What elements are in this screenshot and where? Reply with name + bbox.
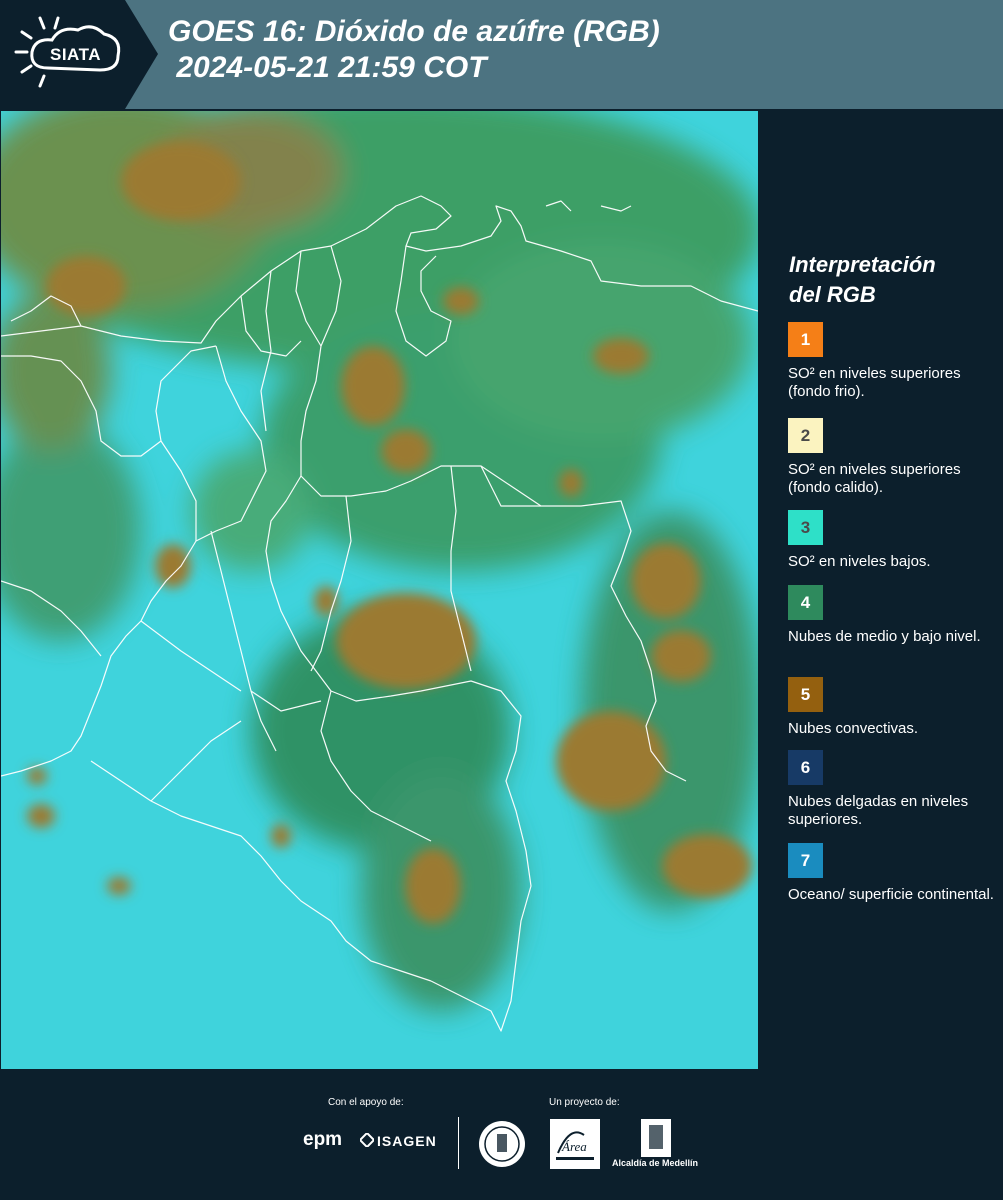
legend-number: 5: [800, 684, 811, 704]
legend-title: Interpretación del RGB: [789, 250, 999, 310]
legend-number: 4: [800, 592, 811, 612]
legend-item-6: 6 Nubes delgadas en niveles superiores.: [788, 750, 998, 829]
legend-number: 6: [800, 757, 811, 777]
legend-number: 3: [800, 517, 811, 537]
header-bar: SIATA GOES 16: Dióxido de azúfre (RGB) 2…: [0, 0, 1003, 109]
title-line-1: GOES 16: Dióxido de azúfre (RGB): [168, 15, 660, 48]
legend-item-7: 7 Oceano/ superficie continental.: [788, 843, 998, 904]
legend-label: Nubes convectivas.: [788, 720, 919, 737]
footer: Con el apoyo de: Un proyecto de: epm ISA…: [0, 1069, 1003, 1200]
legend-swatch-1: 1: [788, 322, 823, 357]
alcaldia-emblem-icon: [641, 1119, 671, 1157]
legend-item-1: 1 SO² en niveles superiores (fondo frio)…: [788, 322, 998, 401]
legend-swatch-6: 6: [788, 750, 823, 785]
satellite-map: [1, 111, 758, 1069]
legend-number: 1: [800, 329, 811, 349]
siata-logo-text: SIATA: [50, 45, 101, 64]
legend-label: Nubes de medio y bajo nivel.: [788, 628, 981, 645]
title-line-2: 2024-05-21 21:59 COT: [168, 51, 487, 84]
legend-label: SO² en niveles bajos.: [788, 553, 931, 570]
legend-title-line-1: Interpretación: [789, 252, 936, 277]
project-label: Un proyecto de:: [549, 1097, 620, 1108]
legend-swatch-4: 4: [788, 585, 823, 620]
epm-logo: epm: [303, 1129, 343, 1150]
legend-title-line-2: del RGB: [789, 282, 876, 307]
legend-item-3: 3 SO² en niveles bajos.: [788, 510, 998, 571]
legend-number: 7: [800, 850, 811, 870]
isagen-text: ISAGEN: [377, 1133, 437, 1149]
legend-label: Oceano/ superficie continental.: [788, 886, 994, 903]
legend-label: SO² en niveles superiores (fondo calido)…: [788, 461, 961, 496]
medellin-seal-icon: [479, 1121, 525, 1167]
area-metropolitana-logo: Área: [550, 1119, 600, 1169]
legend-item-4: 4 Nubes de medio y bajo nivel.: [788, 585, 998, 646]
legend-swatch-2: 2: [788, 418, 823, 453]
support-label: Con el apoyo de:: [328, 1097, 404, 1108]
legend-swatch-7: 7: [788, 843, 823, 878]
area-logo-text: Área: [561, 1139, 587, 1154]
legend-item-2: 2 SO² en niveles superiores (fondo calid…: [788, 418, 998, 507]
legend-item-5: 5 Nubes convectivas.: [788, 677, 998, 738]
legend-swatch-3: 3: [788, 510, 823, 545]
siata-logo: SIATA: [0, 0, 158, 109]
legend-number: 2: [800, 425, 811, 445]
legend-label: SO² en niveles superiores (fondo frio).: [788, 365, 961, 400]
page-title: GOES 16: Dióxido de azúfre (RGB) 2024-05…: [168, 14, 660, 86]
alcaldia-text: Alcaldía de Medellín: [612, 1158, 699, 1168]
legend-panel: Interpretación del RGB 1 SO² en niveles …: [760, 110, 1003, 1068]
legend-swatch-5: 5: [788, 677, 823, 712]
footer-divider: [458, 1117, 459, 1169]
legend-label: Nubes delgadas en niveles superiores.: [788, 793, 969, 828]
